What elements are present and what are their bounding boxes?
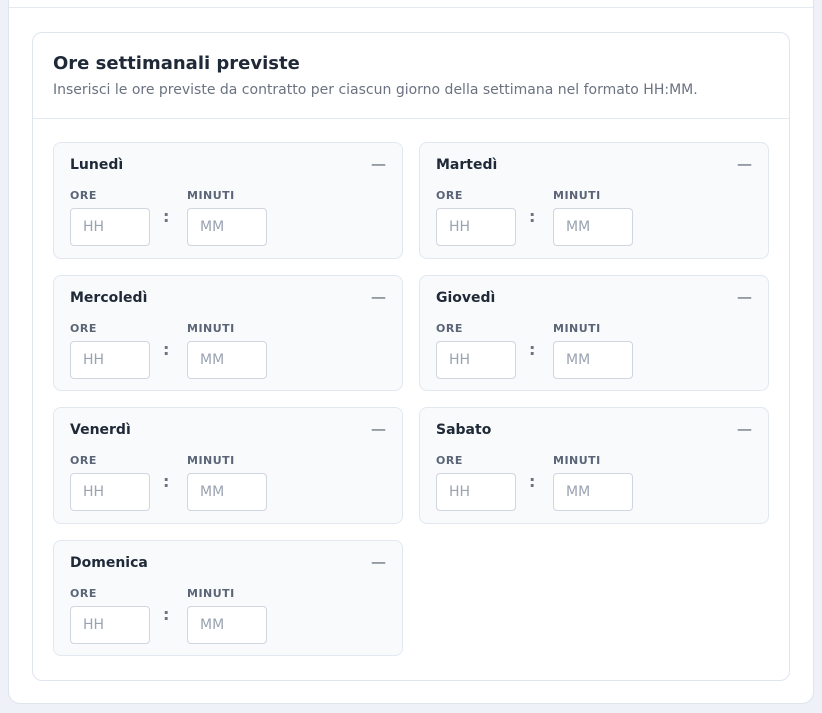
time-separator: : <box>163 207 170 226</box>
hours-input[interactable] <box>70 473 150 511</box>
day-card-lunedi: Lunedì — ORE MINUTI : <box>53 142 403 259</box>
day-name: Martedì <box>436 157 498 173</box>
collapse-toggle-icon[interactable]: — <box>737 155 752 173</box>
day-name: Lunedì <box>70 157 124 173</box>
minutes-input[interactable] <box>187 341 267 379</box>
minutes-label: MINUTI <box>187 454 235 467</box>
day-name: Mercoledì <box>70 290 148 306</box>
hours-input[interactable] <box>70 341 150 379</box>
section-description: Inserisci le ore previste da contratto p… <box>53 82 698 98</box>
card-header: Ore settimanali previste Inserisci le or… <box>33 33 789 119</box>
day-name: Venerdì <box>70 422 131 438</box>
hours-label: ORE <box>436 189 463 202</box>
day-card-domenica: Domenica — ORE MINUTI : <box>53 540 403 656</box>
time-separator: : <box>529 340 536 359</box>
hours-label: ORE <box>70 322 97 335</box>
minutes-label: MINUTI <box>553 189 601 202</box>
hours-input[interactable] <box>436 208 516 246</box>
time-separator: : <box>163 472 170 491</box>
day-card-sabato: Sabato — ORE MINUTI : <box>419 407 769 524</box>
collapse-toggle-icon[interactable]: — <box>737 420 752 438</box>
minutes-input[interactable] <box>553 341 633 379</box>
minutes-label: MINUTI <box>187 587 235 600</box>
minutes-label: MINUTI <box>553 454 601 467</box>
minutes-input[interactable] <box>187 473 267 511</box>
day-name: Sabato <box>436 422 492 438</box>
hours-label: ORE <box>70 189 97 202</box>
minutes-input[interactable] <box>553 208 633 246</box>
hours-label: ORE <box>436 322 463 335</box>
collapse-toggle-icon[interactable]: — <box>371 155 386 173</box>
time-separator: : <box>163 605 170 624</box>
time-separator: : <box>163 340 170 359</box>
hours-label: ORE <box>70 454 97 467</box>
collapse-toggle-icon[interactable]: — <box>371 553 386 571</box>
minutes-input[interactable] <box>187 606 267 644</box>
minutes-label: MINUTI <box>553 322 601 335</box>
minutes-input[interactable] <box>187 208 267 246</box>
collapse-toggle-icon[interactable]: — <box>737 288 752 306</box>
day-name: Domenica <box>70 555 148 571</box>
day-card-mercoledi: Mercoledì — ORE MINUTI : <box>53 275 403 391</box>
hours-input[interactable] <box>436 341 516 379</box>
section-title: Ore settimanali previste <box>53 53 300 74</box>
collapse-toggle-icon[interactable]: — <box>371 288 386 306</box>
time-separator: : <box>529 472 536 491</box>
hours-label: ORE <box>70 587 97 600</box>
hours-label: ORE <box>436 454 463 467</box>
panel-divider <box>9 7 813 8</box>
hours-input[interactable] <box>70 208 150 246</box>
collapse-toggle-icon[interactable]: — <box>371 420 386 438</box>
day-card-giovedi: Giovedì — ORE MINUTI : <box>419 275 769 391</box>
minutes-label: MINUTI <box>187 322 235 335</box>
minutes-label: MINUTI <box>187 189 235 202</box>
time-separator: : <box>529 207 536 226</box>
hours-input[interactable] <box>70 606 150 644</box>
day-card-martedi: Martedì — ORE MINUTI : <box>419 142 769 259</box>
day-card-venerdi: Venerdì — ORE MINUTI : <box>53 407 403 524</box>
minutes-input[interactable] <box>553 473 633 511</box>
weekly-hours-card: Ore settimanali previste Inserisci le or… <box>32 32 790 681</box>
day-name: Giovedì <box>436 290 496 306</box>
hours-input[interactable] <box>436 473 516 511</box>
